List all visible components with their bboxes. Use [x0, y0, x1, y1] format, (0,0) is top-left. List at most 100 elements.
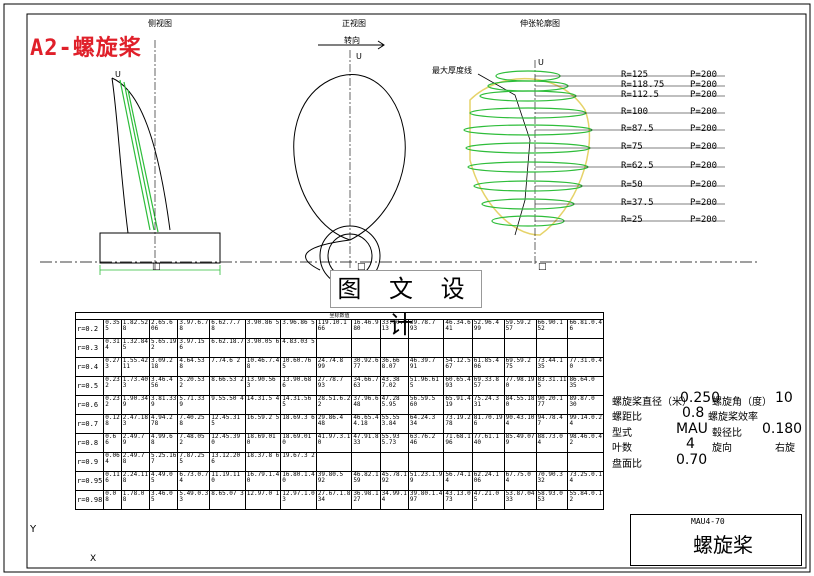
- blade-sections: [463, 70, 593, 227]
- table-cell: 98.46.0.4 2: [567, 433, 604, 453]
- row-label: r=0.98: [74, 490, 105, 510]
- table-cell: 69.33.8 57: [471, 376, 505, 396]
- drawing-badge: A2-螺旋桨: [30, 36, 142, 61]
- table-cell: 65.91.4 19: [443, 395, 473, 415]
- table-cell: 60.65.4 93: [443, 376, 473, 396]
- table-cell: 3.96.86 5: [280, 319, 317, 339]
- table-cell: 55.93 5.73: [379, 433, 409, 453]
- table-cell: [315, 338, 353, 358]
- coordinate-table-body: 坐标数值 r=0.2 0.35 5 1.82.52 8 2.65.6 06 3.97.6…: [74, 312, 604, 510]
- param-rotation-label: 旋向: [712, 443, 732, 454]
- table-cell: 3.90.05 6: [244, 338, 282, 358]
- table-cell: 119.10.1 66: [315, 319, 353, 339]
- table-cell: 3.46.0 5: [149, 490, 179, 510]
- pitch-label: P=200: [690, 90, 718, 100]
- param-type-label: 型式: [612, 428, 632, 439]
- table-cell: 5.71.33 9: [177, 395, 211, 415]
- table-cell: 19.67.3 2: [280, 452, 317, 472]
- radius-label: R=100: [621, 107, 649, 117]
- table-cell: 6.73.0.7 4: [177, 471, 211, 491]
- table-cell: 43.38 7.02: [379, 376, 409, 396]
- table-row: r=0.95 0.11 6 2.24.11 8 4.49.0 5 6.73.0.7 41…: [74, 471, 604, 491]
- table-cell: 77.61.1 40: [471, 433, 505, 453]
- table-cell: 61.85.4 06: [471, 357, 505, 377]
- table-cell: 46.65.4 4.18: [351, 414, 381, 434]
- table-cell: 83.31.11 5: [535, 376, 569, 396]
- row-label: r=0.2: [74, 319, 105, 339]
- radius-label: R=118.75: [621, 80, 665, 90]
- table-cell: 3.09.2 18: [149, 357, 179, 377]
- table-cell: 28.51.6.2 2: [315, 395, 353, 415]
- hub-side: [99, 232, 221, 264]
- param-hub-ratio-label: 毂径比: [712, 428, 742, 439]
- table-cell: 14.31.5 4: [244, 395, 282, 415]
- radius-label: R=87.5: [621, 124, 654, 134]
- table-cell: [443, 452, 473, 472]
- param-type-value: MAU: [676, 421, 708, 437]
- table-cell: 39.80.5 92: [315, 471, 353, 491]
- table-cell: 16.59.2 5: [244, 414, 282, 434]
- table-cell: 88.73.0 4: [535, 433, 569, 453]
- table-row: r=0.98 0.0 8 1.78.0 8 3.46.0 5 5.49.0.3 3 8.6…: [74, 490, 604, 510]
- axis-u-front: U: [356, 52, 362, 61]
- pitch-label: P=200: [690, 215, 718, 225]
- table-cell: 41.97.3.1 0: [315, 433, 353, 453]
- table-cell: 77.31.0.4 0: [567, 357, 604, 377]
- table-cell: 8.65.07 3: [209, 490, 246, 510]
- table-cell: 0.11 6: [103, 471, 122, 491]
- table-cell: 51.23.1.9 9: [407, 471, 445, 491]
- table-cell: 3.90.86 5: [244, 319, 282, 339]
- table-cell: 2.24.11 8: [120, 471, 151, 491]
- param-area-label: 盘面比: [612, 459, 642, 470]
- table-cell: [471, 338, 505, 358]
- table-cell: 13.90.68 6: [280, 376, 317, 396]
- table-cell: 14.31.56 5: [280, 395, 317, 415]
- pitch-label: P=200: [690, 107, 718, 117]
- table-cell: 16.79.1.4 0: [244, 471, 282, 491]
- table-cell: 4.83.03 5: [280, 338, 317, 358]
- param-blade-angle-value: 10: [775, 390, 793, 406]
- table-cell: 0.35 5: [103, 319, 122, 339]
- drawing-sheet: A2-螺旋桨 侧视图 正视图 转向 伸张轮廓图 最大厚度线 U U U □ □ …: [0, 0, 814, 576]
- table-row: r=0.5 0.23 2 1.73.40 3 3.46.4 56 5.20.53 2 8.…: [74, 376, 604, 396]
- axis-y-label: Y: [30, 524, 37, 535]
- table-cell: [471, 452, 505, 472]
- table-cell: 0.0 8: [103, 490, 122, 510]
- table-row: r=0.6 0.23 2 1.90.34 9 3.81.33 9 5.71.33 9 9.…: [74, 395, 604, 415]
- table-cell: 1.32.84 5: [120, 338, 151, 358]
- side-blade-outline: [111, 77, 171, 234]
- table-header-row: 坐标数值: [75, 312, 604, 320]
- coordinate-table: 坐标数值 r=0.2 0.35 5 1.82.52 8 2.65.6 06 3.97.6…: [74, 312, 604, 510]
- param-area-value: 0.70: [676, 452, 708, 468]
- row-label: r=0.4: [74, 357, 105, 377]
- table-cell: 67.75.0 4: [503, 471, 537, 491]
- table-cell: 46.82.1 59: [351, 471, 381, 491]
- table-cell: 85.49.07 9: [503, 433, 537, 453]
- row-label: r=0.9: [74, 452, 105, 472]
- table-cell: 52.96.4 99: [471, 319, 505, 339]
- table-cell: 66.81.0.4 6: [567, 319, 604, 339]
- table-cell: [407, 338, 445, 358]
- table-cell: 1.82.52 8: [120, 319, 151, 339]
- table-cell: 6.62.7.7 8: [209, 319, 246, 339]
- table-cell: 29.86.4 48: [315, 414, 353, 434]
- table-cell: 5.65.19 2: [149, 338, 179, 358]
- table-cell: 3.97.15 6: [177, 338, 211, 358]
- table-cell: 36.66 8.07: [379, 357, 409, 377]
- table-row: r=0.2 0.35 5 1.82.52 8 2.65.6 06 3.97.6.7 86…: [74, 319, 604, 339]
- table-cell: [351, 338, 381, 358]
- table-cell: 0.23 2: [103, 395, 122, 415]
- radius-label: R=125: [621, 70, 649, 80]
- radius-label: R=75: [621, 142, 643, 152]
- table-cell: 1.78.0 8: [120, 490, 151, 510]
- table-cell: 10.46.7.4 8: [244, 357, 282, 377]
- table-cell: 3.97.6.7 8: [177, 319, 211, 339]
- table-cell: 4.64.53 8: [177, 357, 211, 377]
- table-cell: 34.99.1 4: [379, 490, 409, 510]
- axis-x-label: X: [90, 554, 97, 564]
- table-cell: [503, 452, 537, 472]
- table-cell: 7.40.25 8: [177, 414, 211, 434]
- pitch-label: P=200: [690, 198, 718, 208]
- table-cell: 51.96.61 5: [407, 376, 445, 396]
- table-cell: 16.80.1.4 0: [280, 471, 317, 491]
